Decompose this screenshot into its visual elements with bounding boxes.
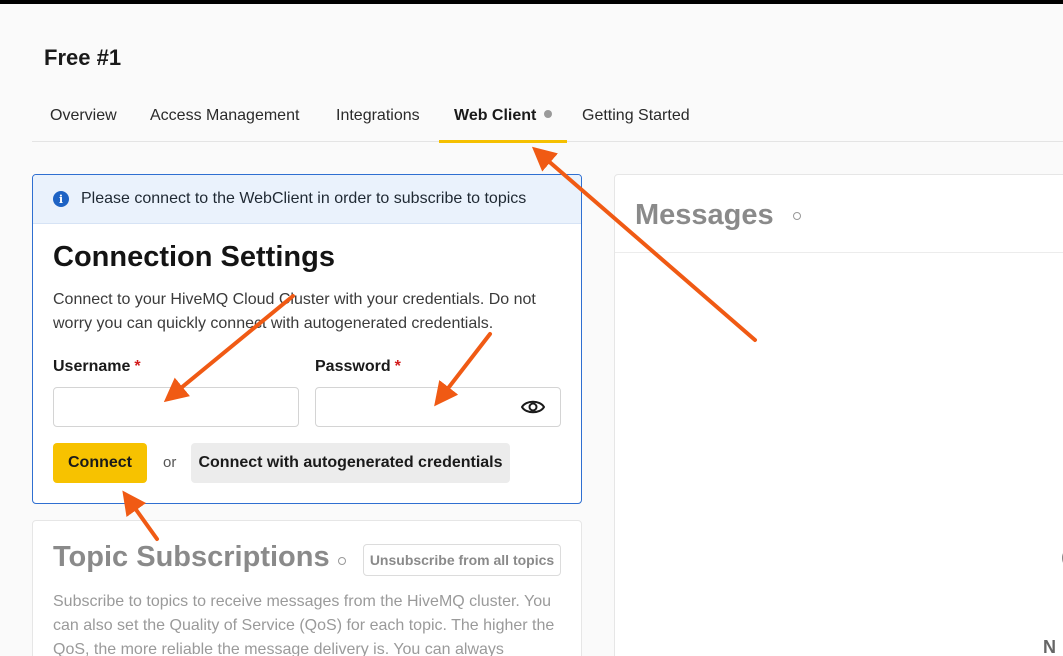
messages-title: Messages xyxy=(635,199,774,231)
page-title: Free #1 xyxy=(44,45,122,70)
tab-overview[interactable]: Overview xyxy=(50,96,117,142)
topic-subscriptions-description: Subscribe to topics to receive messages … xyxy=(53,593,555,656)
status-dot-icon xyxy=(793,212,801,220)
tab-getting-started[interactable]: Getting Started xyxy=(582,96,690,142)
or-separator: or xyxy=(163,454,177,471)
required-mark: * xyxy=(134,358,141,375)
tab-integrations[interactable]: Integrations xyxy=(336,96,420,142)
connect-autogenerated-button[interactable]: Connect with autogenerated credentials xyxy=(191,443,510,483)
connection-settings-title: Connection Settings xyxy=(53,241,335,273)
required-mark: * xyxy=(394,358,401,375)
dot-icon xyxy=(544,110,553,118)
connect-button[interactable]: Connect xyxy=(53,443,147,483)
info-icon: i xyxy=(53,191,69,207)
info-banner-text: Please connect to the WebClient in order… xyxy=(81,190,527,207)
unsubscribe-all-button[interactable]: Unsubscribe from all topics xyxy=(363,544,561,576)
tab-access-management[interactable]: Access Management xyxy=(150,96,299,142)
tab-web-client[interactable]: Web Client xyxy=(439,96,568,143)
messages-empty-text: N xyxy=(1043,637,1056,656)
topic-subscriptions-title: Topic Subscriptions xyxy=(53,541,330,573)
messages-card: Messages ( N xyxy=(614,174,1063,656)
tab-web-client-label: Web Client xyxy=(454,107,537,124)
info-banner: i Please connect to the WebClient in ord… xyxy=(33,175,581,224)
password-label: Password * xyxy=(315,358,401,376)
tab-bar: Overview Access Management Integrations … xyxy=(32,96,1063,143)
topic-subscriptions-card: Topic Subscriptions Unsubscribe from all… xyxy=(32,520,582,656)
username-input[interactable] xyxy=(53,387,299,427)
connection-settings-description: Connect to your HiveMQ Cloud Cluster wit… xyxy=(53,291,536,332)
eye-icon[interactable] xyxy=(521,397,545,417)
status-dot-icon xyxy=(338,557,346,565)
connection-settings-card: i Please connect to the WebClient in ord… xyxy=(32,174,582,504)
password-label-text: Password xyxy=(315,358,391,375)
username-label-text: Username xyxy=(53,358,131,375)
messages-header: Messages xyxy=(615,175,1063,253)
username-label: Username * xyxy=(53,358,141,376)
top-bar xyxy=(0,0,1063,4)
